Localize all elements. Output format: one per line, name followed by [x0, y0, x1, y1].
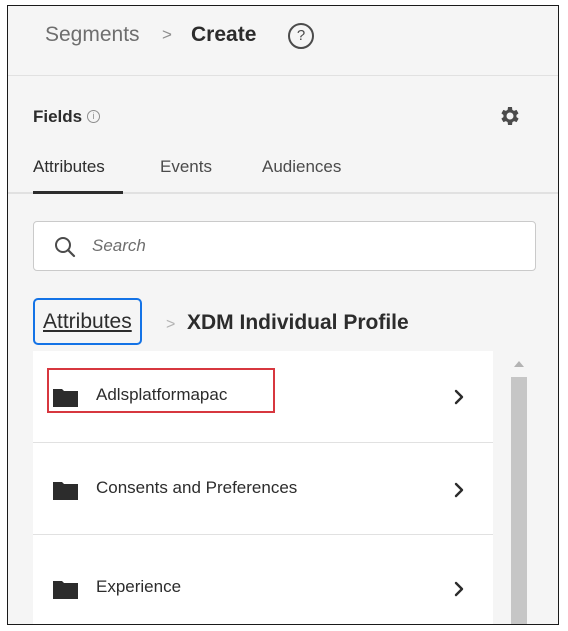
list-item-consents-and-preferences[interactable]: Consents and Preferences — [33, 443, 493, 535]
tab-events[interactable]: Events — [160, 157, 212, 177]
search-icon — [55, 237, 76, 258]
folder-icon — [53, 581, 78, 599]
active-tab-indicator — [33, 191, 123, 194]
tab-attributes[interactable]: Attributes — [33, 157, 105, 177]
list-scrollbar[interactable] — [505, 351, 533, 624]
path-separator: > — [166, 316, 176, 333]
attribute-list: Adlsplatformapac Consents and Preference… — [33, 351, 493, 624]
search-placeholder: Search — [92, 236, 146, 255]
breadcrumb-separator: > — [162, 25, 172, 44]
gear-icon[interactable] — [497, 104, 521, 128]
page-title: Create — [191, 23, 257, 46]
chevron-right-icon[interactable] — [453, 388, 465, 406]
highlight-annotation — [47, 368, 275, 413]
chevron-right-icon[interactable] — [453, 580, 465, 598]
page-header: Segments > Create ? — [8, 6, 558, 76]
list-item-label: Experience — [96, 577, 182, 596]
search-input[interactable]: Search — [33, 221, 536, 271]
folder-icon — [53, 482, 78, 500]
field-type-tabs: Attributes Events Audiences — [8, 146, 558, 194]
path-attributes-link[interactable]: Attributes — [33, 298, 142, 345]
path-current: XDM Individual Profile — [187, 311, 409, 334]
help-icon[interactable]: ? — [288, 23, 314, 49]
fields-heading: Fields — [33, 107, 83, 126]
scroll-up-arrow-icon[interactable] — [514, 361, 524, 367]
scrollbar-thumb[interactable] — [511, 377, 527, 624]
chevron-right-icon[interactable] — [453, 481, 465, 499]
list-item-experience[interactable]: Experience — [33, 535, 493, 624]
list-item-adlsplatformapac[interactable]: Adlsplatformapac — [33, 351, 493, 443]
tab-audiences[interactable]: Audiences — [262, 157, 341, 177]
breadcrumb-segments-link[interactable]: Segments — [45, 23, 140, 47]
list-item-label: Consents and Preferences — [96, 478, 298, 497]
info-icon[interactable]: i — [87, 110, 100, 123]
segment-builder-panel: Segments > Create ? Fields i Attributes … — [7, 5, 559, 625]
